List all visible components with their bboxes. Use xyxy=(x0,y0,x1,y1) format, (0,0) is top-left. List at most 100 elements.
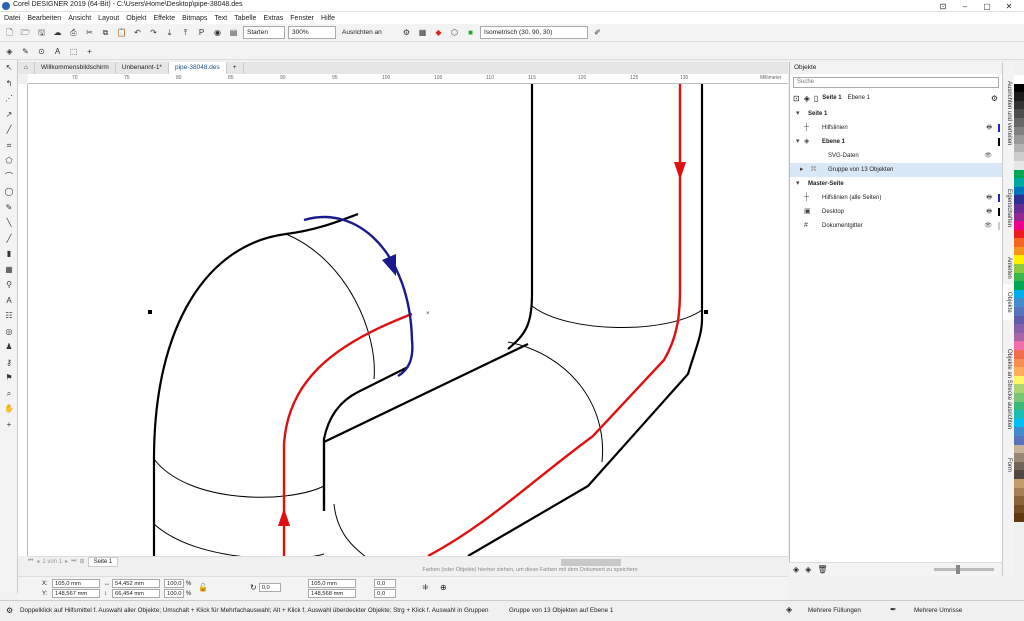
color-swatch[interactable] xyxy=(1014,341,1024,350)
tree-row[interactable]: ▾ Master-Seite xyxy=(790,177,1002,191)
outline-tool-icon[interactable]: ⚑ xyxy=(0,370,18,386)
lock-ratio-icon[interactable]: 🔓 xyxy=(198,583,208,592)
text-tool-icon[interactable]: A xyxy=(51,45,64,58)
import-icon[interactable]: ⤓ xyxy=(163,26,176,39)
pdf-icon[interactable]: P xyxy=(195,26,208,39)
more-tools-icon[interactable]: + xyxy=(0,417,18,433)
color-swatch[interactable] xyxy=(1014,195,1024,204)
parallel-line-icon[interactable]: ⋰ xyxy=(0,91,18,107)
launch-dropdown[interactable]: Starten xyxy=(243,26,285,39)
tree-row[interactable]: # Dokumentgitter 👁 xyxy=(790,219,1002,233)
menu-extras[interactable]: Extras xyxy=(263,15,283,22)
color-swatch[interactable] xyxy=(1014,298,1024,308)
menu-datei[interactable]: Datei xyxy=(4,15,20,22)
color-palette[interactable] xyxy=(1014,75,1024,600)
color-swatch[interactable] xyxy=(1014,487,1024,497)
scale-x-field[interactable]: 100,0 xyxy=(164,579,184,588)
print-icon[interactable]: 🖶 xyxy=(986,205,992,219)
pen-tool-icon[interactable]: ↗ xyxy=(0,107,18,123)
color-swatch[interactable] xyxy=(1014,358,1024,368)
color-swatch[interactable] xyxy=(1014,332,1024,342)
cube-green-icon[interactable]: ■ xyxy=(464,26,477,39)
page-view-icon[interactable]: ⊡ xyxy=(793,94,800,103)
lock-icon[interactable]: 🖶 xyxy=(986,121,992,135)
color-swatch[interactable] xyxy=(1014,178,1024,187)
zoom-slider[interactable] xyxy=(934,565,994,574)
zoom-tool-icon[interactable]: ⬠ xyxy=(0,153,18,169)
menu-layout[interactable]: Layout xyxy=(98,15,119,22)
first-page-icon[interactable]: ⏮ xyxy=(28,558,33,565)
color-swatch[interactable] xyxy=(1014,453,1024,462)
help-window-icon[interactable]: ⊡ xyxy=(932,2,954,11)
color-swatch[interactable] xyxy=(1014,203,1024,213)
new-master-layer-icon[interactable]: ◈ xyxy=(805,565,811,574)
expand-arrow-icon[interactable]: ▾ xyxy=(796,107,800,121)
color-swatch[interactable] xyxy=(1014,410,1024,419)
color-swatch[interactable] xyxy=(1014,221,1024,230)
menu-effekte[interactable]: Effekte xyxy=(153,15,175,22)
page-icon[interactable]: ▯ xyxy=(814,94,818,103)
add-icon[interactable]: + xyxy=(83,45,96,58)
flowchart-tool-icon[interactable]: ⚲ xyxy=(0,277,18,293)
color-swatch[interactable] xyxy=(1014,186,1024,196)
export-icon[interactable]: ⤒ xyxy=(179,26,192,39)
delete-icon[interactable]: 🗑 xyxy=(817,565,827,574)
menu-tabelle[interactable]: Tabelle xyxy=(234,15,256,22)
transform-options-icon[interactable]: ⊕ xyxy=(440,583,447,592)
scale-y-field[interactable]: 100,0 xyxy=(164,589,184,598)
y-field[interactable]: 148,567 mm xyxy=(52,589,100,598)
pencil-tool-icon[interactable]: ✎ xyxy=(0,200,18,216)
rotation-field[interactable]: 0,0 xyxy=(258,583,281,592)
effects-tool-icon[interactable]: ◎ xyxy=(0,324,18,340)
color-swatch[interactable] xyxy=(1014,496,1024,505)
fill-icon[interactable]: ◈ xyxy=(3,45,16,58)
menu-hilfe[interactable]: Hilfe xyxy=(321,15,335,22)
color-swatch[interactable] xyxy=(1014,350,1024,359)
color-swatch[interactable] xyxy=(1014,444,1024,454)
x-field[interactable]: 105,0 mm xyxy=(52,579,100,588)
menu-objekt[interactable]: Objekt xyxy=(126,15,146,22)
color-swatch[interactable] xyxy=(1014,461,1024,471)
position-y-field[interactable]: 148,568 mm xyxy=(308,589,356,598)
scroll-thumb[interactable] xyxy=(561,559,621,566)
close-button[interactable]: ✕ xyxy=(998,2,1020,11)
color-swatch[interactable] xyxy=(1014,281,1024,290)
eyedropper-tool-icon[interactable]: ⚷ xyxy=(0,355,18,371)
settings-icon[interactable]: ⚙ xyxy=(400,26,413,39)
fill-tool-icon[interactable]: ♟ xyxy=(0,339,18,355)
color-swatch[interactable] xyxy=(1014,255,1024,265)
cloud-icon[interactable]: ☁ xyxy=(51,26,64,39)
offset-2-field[interactable]: 0,0 xyxy=(374,589,396,598)
offset-1-field[interactable]: 0,0 xyxy=(374,579,396,588)
color-style-icon[interactable]: ◆ xyxy=(432,26,445,39)
visibility-icon[interactable]: 👁 xyxy=(984,219,992,233)
color-swatch[interactable] xyxy=(1014,75,1024,84)
color-swatch[interactable] xyxy=(1014,126,1024,136)
zoom-lens-icon[interactable]: ⌕ xyxy=(0,386,18,402)
tree-row[interactable]: ▾ Seite 1 xyxy=(790,107,1002,121)
color-swatch[interactable] xyxy=(1014,229,1024,239)
snap-icon[interactable]: ⁜ xyxy=(422,583,429,592)
isometric-cube-icon[interactable]: ⬡ xyxy=(448,26,461,39)
color-swatch[interactable] xyxy=(1014,315,1024,325)
color-swatch[interactable] xyxy=(1014,289,1024,299)
outline-status[interactable]: Mehrere Umrisse xyxy=(914,607,962,614)
height-field[interactable]: 66,454 mm xyxy=(112,589,160,598)
launch-icon[interactable]: ▤ xyxy=(227,26,240,39)
color-swatch[interactable] xyxy=(1014,384,1024,393)
color-swatch[interactable] xyxy=(1014,307,1024,316)
save-icon[interactable]: 🖫 xyxy=(35,26,48,39)
expand-arrow-icon[interactable]: ▸ xyxy=(800,163,804,177)
expand-arrow-icon[interactable]: ▾ xyxy=(796,135,800,149)
dimension-tool-icon[interactable]: ▮ xyxy=(0,246,18,262)
next-page-icon[interactable]: ▸ xyxy=(65,558,68,565)
tab-unbenannt[interactable]: Unbenannt-1* xyxy=(116,62,169,74)
copy-icon[interactable]: ⧉ xyxy=(99,26,112,39)
selection-handle[interactable] xyxy=(148,310,152,314)
menu-bearbeiten[interactable]: Bearbeiten xyxy=(27,15,61,22)
hand-tool-icon[interactable]: ✋ xyxy=(0,401,18,417)
color-swatch[interactable] xyxy=(1014,513,1024,522)
redo-icon[interactable]: ↷ xyxy=(147,26,160,39)
projection-dropdown[interactable]: Isometrisch (30, 90, 30) xyxy=(480,26,588,39)
add-page-icon[interactable]: ⊞ xyxy=(80,558,85,565)
